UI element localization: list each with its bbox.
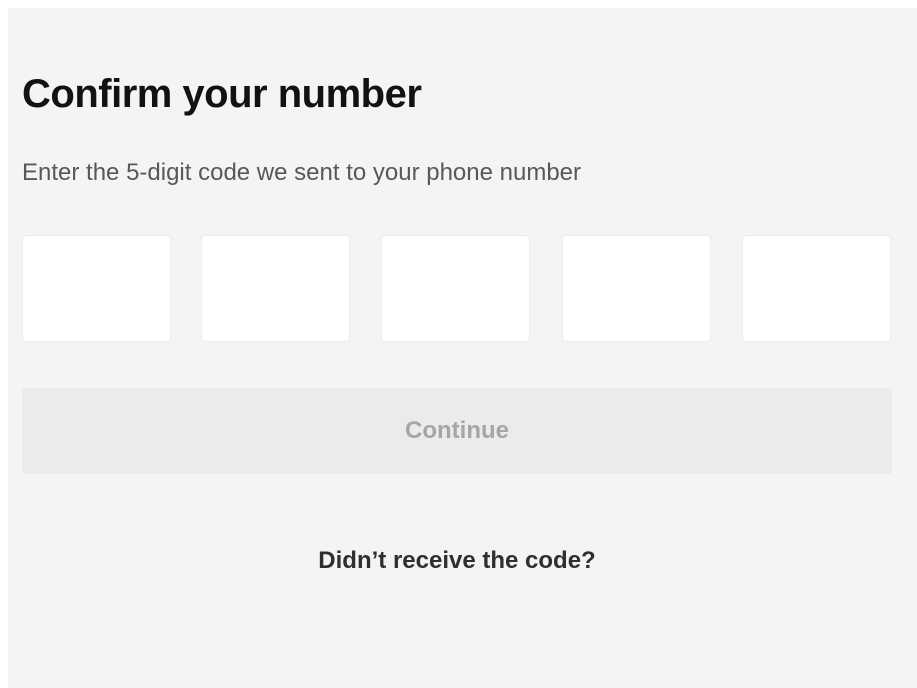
page-title: Confirm your number (22, 72, 422, 116)
instructions-text: Enter the 5-digit code we sent to your p… (22, 159, 582, 186)
continue-button[interactable]: Continue (22, 388, 892, 474)
code-digit-input-1[interactable] (22, 235, 171, 342)
resend-code-link[interactable]: Didn’t receive the code? (22, 545, 892, 577)
confirm-number-panel: Confirm your number Enter the 5-digit co… (8, 8, 917, 688)
code-digit-input-5[interactable] (742, 235, 891, 342)
code-input-group (22, 235, 892, 342)
code-digit-input-3[interactable] (381, 235, 530, 342)
code-digit-input-2[interactable] (201, 235, 350, 342)
code-digit-input-4[interactable] (562, 235, 711, 342)
